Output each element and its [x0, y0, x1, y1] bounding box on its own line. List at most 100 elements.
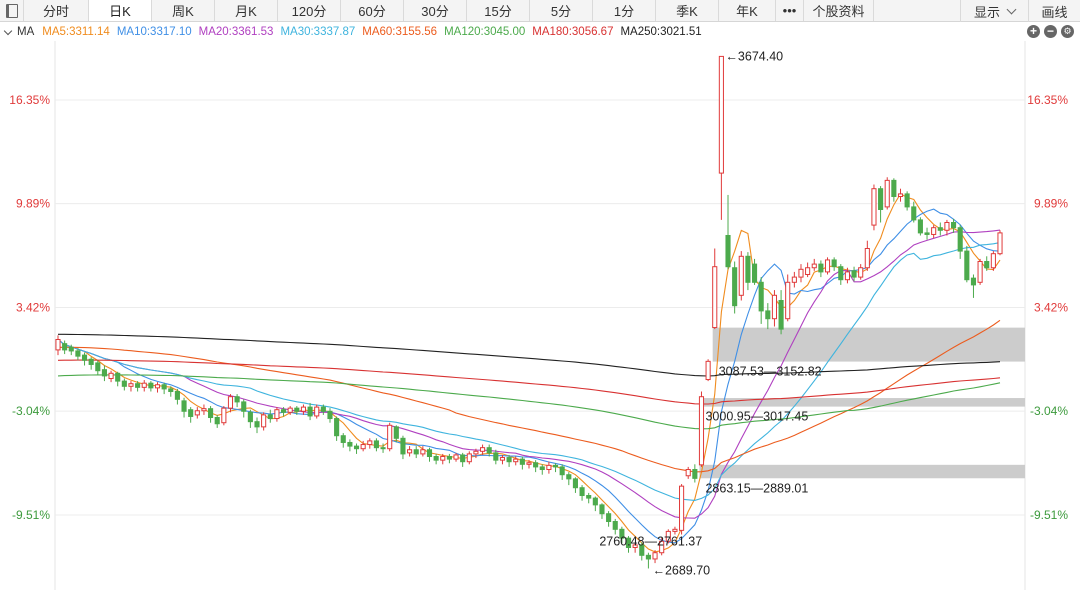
tab-5[interactable]: 60分 [341, 0, 404, 21]
tab-4[interactable]: 120分 [278, 0, 341, 21]
tab-9[interactable]: 1分 [593, 0, 656, 21]
candle-body [652, 552, 658, 560]
candle [559, 464, 565, 480]
candle [101, 365, 107, 382]
candle [194, 407, 200, 419]
tab-12[interactable]: ••• [776, 0, 804, 21]
candle [738, 251, 744, 301]
candle-body [367, 440, 373, 446]
candle-body [838, 266, 844, 281]
candle [818, 260, 824, 278]
candle-body [844, 271, 850, 281]
gap-zone-label: 2760.48—2761.37 [599, 535, 702, 549]
candle-body [811, 263, 817, 269]
candle-body [970, 277, 977, 286]
candle-body [911, 206, 917, 221]
tab-0[interactable]: 分时 [24, 0, 89, 21]
candle [911, 201, 917, 223]
candle [300, 404, 307, 415]
candle-body [393, 426, 399, 439]
ma-legend-item: MA60:3155.56 [362, 26, 438, 38]
tab-8[interactable]: 5分 [530, 0, 593, 21]
candle-body [559, 466, 565, 476]
candle-body [460, 454, 466, 463]
tab-10[interactable]: 季K [656, 0, 719, 21]
tab-1[interactable]: 日K [89, 0, 152, 21]
candle-body [824, 259, 831, 273]
gap-zone [699, 398, 1025, 407]
candle [533, 460, 539, 473]
toolbar-right: 显示 画线 [960, 0, 1080, 22]
draw-line-label: 画线 [1041, 4, 1068, 20]
tab-label: ••• [782, 3, 797, 18]
y-tick-label-left: 9.89% [16, 197, 50, 211]
tab-7[interactable]: 15分 [467, 0, 530, 21]
candle-body [407, 449, 413, 454]
draw-line-button[interactable]: 画线 [1028, 0, 1080, 22]
candle [407, 446, 413, 457]
candle-body [300, 406, 307, 412]
candle [705, 359, 711, 382]
candlestick-chart[interactable]: 16.35% 16.35% 9.89% 9.89% 3.42% 3.42% -3.04% -3… [0, 41, 1080, 590]
candle-body [519, 458, 525, 465]
candle-body [692, 469, 698, 479]
candle-body [732, 267, 738, 307]
candle-body [539, 466, 545, 471]
candle-body [68, 346, 74, 352]
candle [241, 399, 247, 418]
ma-collapse-chevron-icon[interactable] [3, 26, 13, 35]
candle [990, 251, 996, 271]
sidebar-toggle[interactable] [0, 0, 24, 21]
candle [95, 360, 101, 375]
tab-label: 15分 [484, 4, 512, 19]
candle [904, 191, 910, 211]
candle [433, 453, 439, 465]
candle [353, 443, 360, 454]
tab-6[interactable]: 30分 [404, 0, 467, 21]
candle-body [353, 445, 360, 450]
display-menu-button[interactable]: 显示 [960, 0, 1028, 22]
candle-body [400, 437, 406, 455]
zoom-in-button[interactable]: + [1027, 25, 1040, 38]
candle-body [174, 391, 180, 400]
candle [314, 404, 320, 419]
candle-body [791, 276, 797, 283]
candle [88, 357, 94, 370]
candle [334, 416, 340, 441]
tab-label: 120分 [291, 4, 327, 19]
gap-zone [712, 327, 1025, 362]
candle-body [612, 521, 618, 530]
candle-body [718, 55, 724, 174]
candle [805, 262, 811, 278]
tab-11[interactable]: 年K [719, 0, 776, 21]
settings-button[interactable]: ⚙ [1061, 25, 1074, 38]
y-tick-label-right: -3.04% [1030, 404, 1068, 418]
candle-body [287, 407, 293, 413]
candle-body [161, 384, 167, 390]
candle-body [115, 372, 121, 382]
tab-label: 月K [235, 4, 257, 19]
candle-body [314, 406, 320, 417]
candle-body [884, 179, 890, 208]
candle [831, 257, 837, 271]
gap-zone [699, 464, 1025, 479]
zoom-out-button[interactable]: − [1044, 25, 1057, 38]
candle [546, 461, 552, 474]
tab-2[interactable]: 周K [152, 0, 215, 21]
tab-3[interactable]: 月K [215, 0, 278, 21]
candle [274, 407, 280, 422]
candle [460, 452, 466, 467]
candle-body [446, 456, 452, 460]
y-tick-label-right: -9.51% [1030, 508, 1068, 522]
candle [751, 258, 758, 285]
tab-13[interactable]: 个股资料 [804, 0, 874, 21]
candle [579, 485, 585, 501]
candle [712, 248, 718, 330]
candle [234, 394, 240, 408]
gap-zone-label: 2863.15—2889.01 [705, 481, 808, 495]
candle [864, 240, 870, 271]
candle [340, 433, 346, 448]
candle-body [307, 406, 313, 417]
candle-body [88, 358, 94, 365]
candle-body [347, 441, 353, 447]
